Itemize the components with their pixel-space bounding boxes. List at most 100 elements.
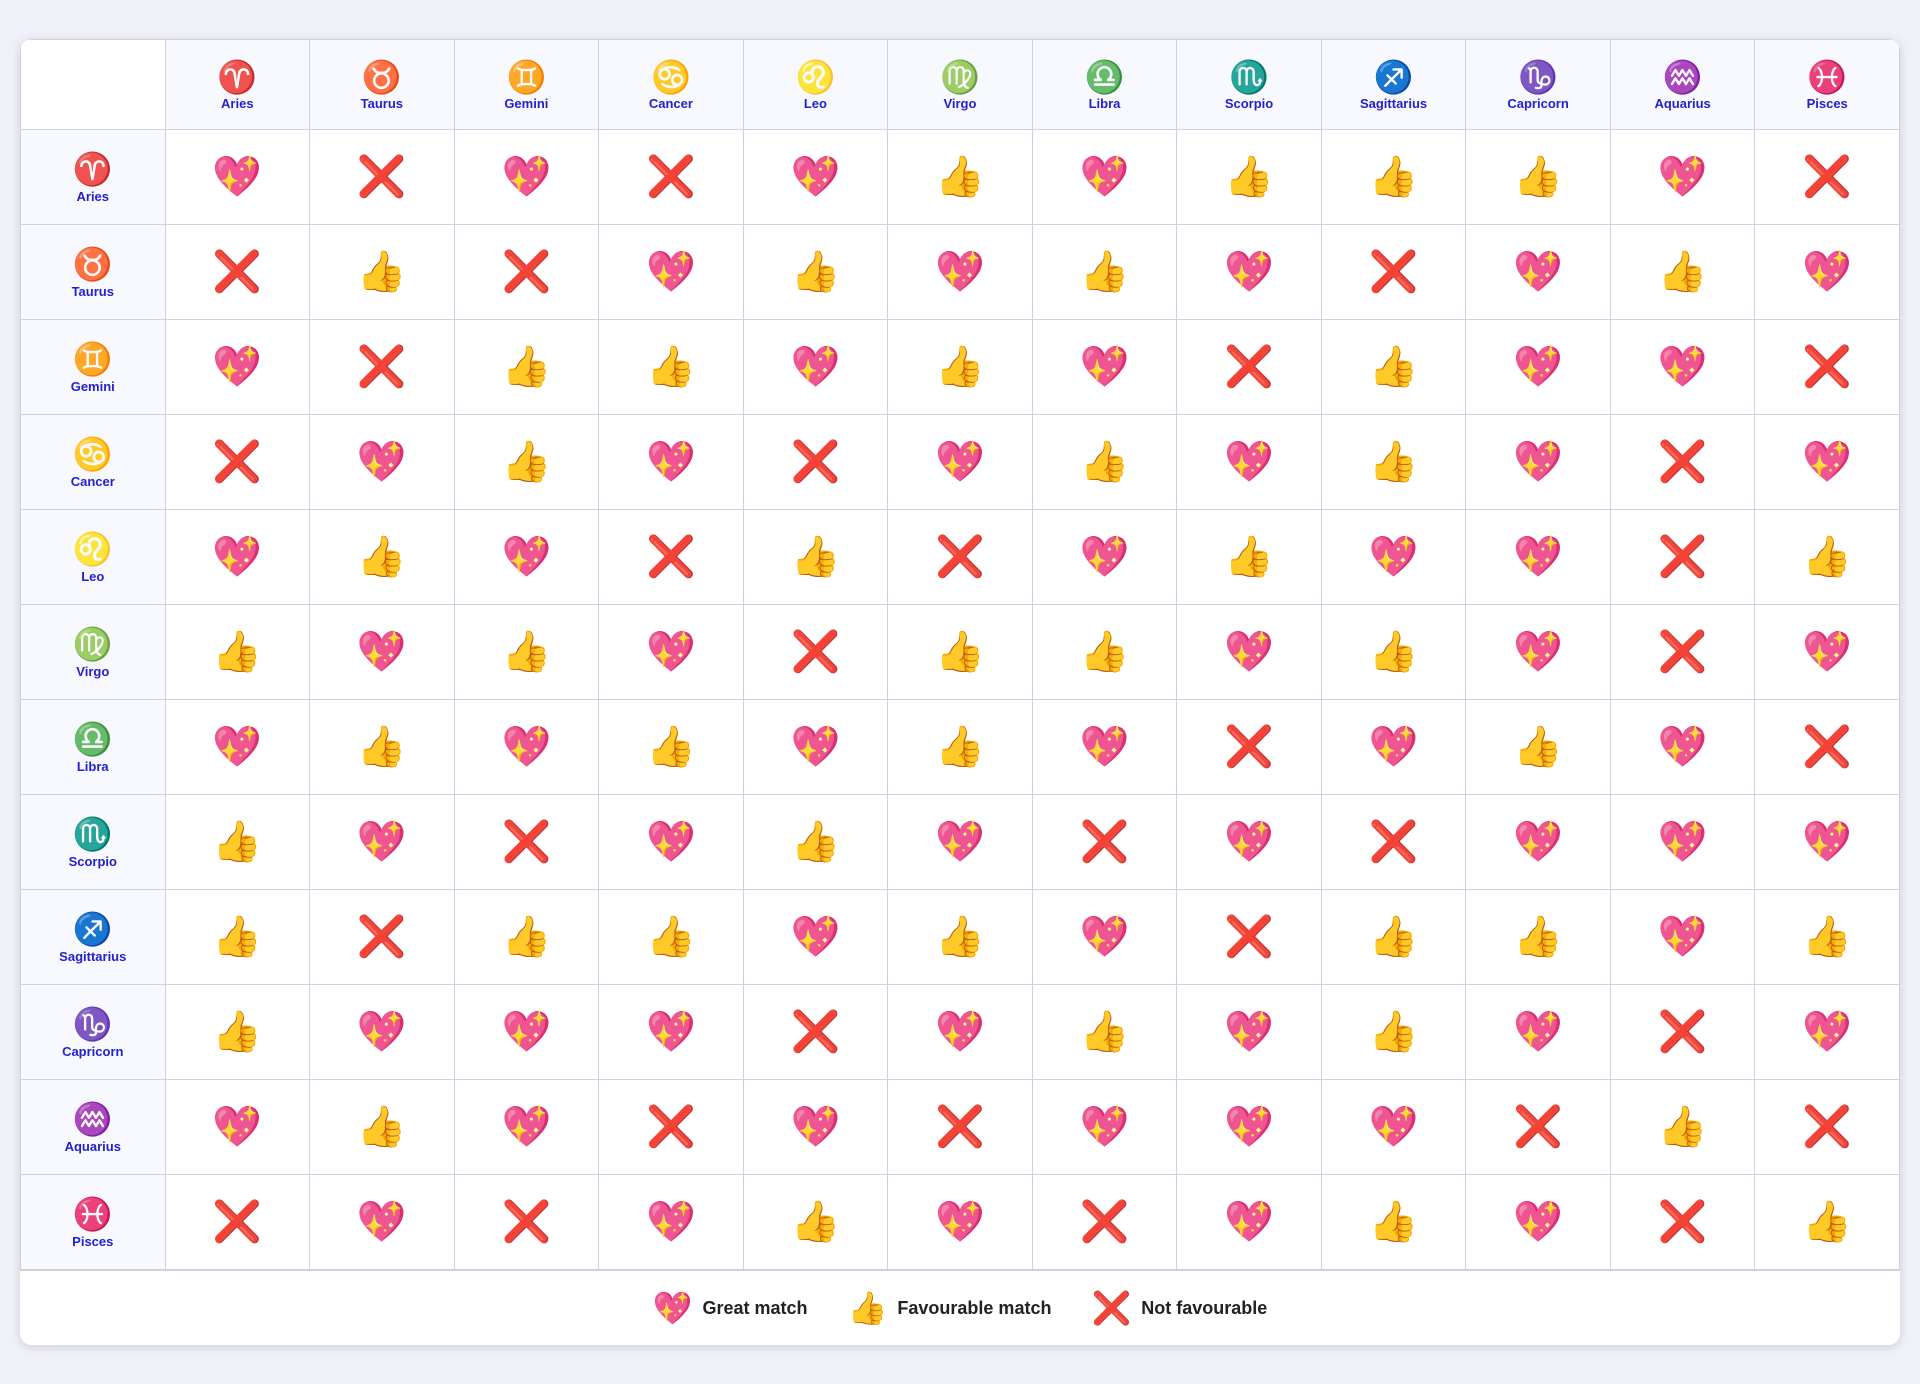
cell-cancer-aquarius: ❌ (1610, 415, 1755, 510)
emoji-thumb: 👍 (357, 1105, 407, 1149)
row-symbol-libra: ♎ (23, 720, 163, 758)
cell-scorpio-taurus: 💖 (310, 795, 455, 890)
cell-aries-cancer: ❌ (599, 130, 744, 225)
symbol-virgo: ♍ (890, 58, 1030, 96)
row-name-leo: Leo (23, 569, 163, 584)
cell-pisces-leo: 👍 (743, 1175, 888, 1270)
emoji-heart: 💖 (1658, 725, 1708, 769)
cell-capricorn-libra: 👍 (1032, 985, 1177, 1080)
emoji-heart: 💖 (212, 345, 262, 389)
emoji-heart: 💖 (1080, 725, 1130, 769)
row-symbol-sagittarius: ♐ (23, 910, 163, 948)
name-virgo: Virgo (890, 96, 1030, 111)
cell-sagittarius-pisces: 👍 (1755, 890, 1900, 985)
cell-capricorn-pisces: 💖 (1755, 985, 1900, 1080)
cell-aries-gemini: 💖 (454, 130, 599, 225)
emoji-heart: 💖 (1513, 820, 1563, 864)
cell-leo-capricorn: 💖 (1466, 510, 1611, 605)
cell-leo-aries: 💖 (165, 510, 310, 605)
cell-gemini-scorpio: ❌ (1177, 320, 1322, 415)
emoji-heart: 💖 (1513, 345, 1563, 389)
emoji-cross: ❌ (1658, 440, 1708, 484)
emoji-heart: 💖 (646, 1010, 696, 1054)
emoji-cross: ❌ (501, 820, 551, 864)
symbol-scorpio: ♏ (1179, 58, 1319, 96)
emoji-heart: 💖 (501, 535, 551, 579)
emoji-heart: 💖 (1513, 630, 1563, 674)
row-name-capricorn: Capricorn (23, 1044, 163, 1059)
row-symbol-taurus: ♉ (23, 245, 163, 283)
emoji-thumb: 👍 (1080, 250, 1130, 294)
cell-virgo-gemini: 👍 (454, 605, 599, 700)
cell-sagittarius-aries: 👍 (165, 890, 310, 985)
row-header-gemini: ♊Gemini (21, 320, 166, 415)
row-symbol-capricorn: ♑ (23, 1005, 163, 1043)
cell-taurus-sagittarius: ❌ (1321, 225, 1466, 320)
cell-gemini-leo: 💖 (743, 320, 888, 415)
emoji-heart: 💖 (1080, 345, 1130, 389)
row-symbol-cancer: ♋ (23, 435, 163, 473)
cell-virgo-pisces: 💖 (1755, 605, 1900, 700)
emoji-heart: 💖 (357, 1200, 407, 1244)
emoji-cross: ❌ (501, 250, 551, 294)
compatibility-chart: ♈Aries♉Taurus♊Gemini♋Cancer♌Leo♍Virgo♎Li… (20, 39, 1900, 1345)
row-symbol-virgo: ♍ (23, 625, 163, 663)
cell-virgo-aries: 👍 (165, 605, 310, 700)
compat-table: ♈Aries♉Taurus♊Gemini♋Cancer♌Leo♍Virgo♎Li… (20, 39, 1900, 1270)
cell-aquarius-gemini: 💖 (454, 1080, 599, 1175)
cell-libra-taurus: 👍 (310, 700, 455, 795)
cell-pisces-capricorn: 💖 (1466, 1175, 1611, 1270)
emoji-cross: ❌ (791, 1010, 841, 1054)
cell-leo-aquarius: ❌ (1610, 510, 1755, 605)
emoji-heart: 💖 (1224, 1010, 1274, 1054)
cell-gemini-aries: 💖 (165, 320, 310, 415)
cell-libra-cancer: 👍 (599, 700, 744, 795)
emoji-heart: 💖 (791, 1105, 841, 1149)
cell-aquarius-pisces: ❌ (1755, 1080, 1900, 1175)
row-name-scorpio: Scorpio (23, 854, 163, 869)
emoji-cross: ❌ (1513, 1105, 1563, 1149)
cell-taurus-pisces: 💖 (1755, 225, 1900, 320)
cell-libra-scorpio: ❌ (1177, 700, 1322, 795)
cell-libra-pisces: ❌ (1755, 700, 1900, 795)
emoji-heart: 💖 (1658, 155, 1708, 199)
cell-taurus-aries: ❌ (165, 225, 310, 320)
emoji-cross: ❌ (357, 915, 407, 959)
emoji-heart: 💖 (1224, 250, 1274, 294)
emoji-heart: 💖 (646, 820, 696, 864)
col-header-gemini: ♊Gemini (454, 40, 599, 130)
name-sagittarius: Sagittarius (1324, 96, 1464, 111)
cell-capricorn-capricorn: 💖 (1466, 985, 1611, 1080)
emoji-cross: ❌ (1224, 725, 1274, 769)
cell-gemini-aquarius: 💖 (1610, 320, 1755, 415)
cell-virgo-taurus: 💖 (310, 605, 455, 700)
emoji-cross: ❌ (1802, 155, 1852, 199)
row-name-aquarius: Aquarius (23, 1139, 163, 1154)
cell-taurus-cancer: 💖 (599, 225, 744, 320)
emoji-heart: 💖 (1513, 535, 1563, 579)
cell-aries-scorpio: 👍 (1177, 130, 1322, 225)
symbol-capricorn: ♑ (1468, 58, 1608, 96)
name-scorpio: Scorpio (1179, 96, 1319, 111)
emoji-heart: 💖 (1224, 1200, 1274, 1244)
cell-aries-aquarius: 💖 (1610, 130, 1755, 225)
emoji-thumb: 👍 (791, 535, 841, 579)
cell-aries-leo: 💖 (743, 130, 888, 225)
table-row: ♉Taurus❌👍❌💖👍💖👍💖❌💖👍💖 (21, 225, 1900, 320)
cell-gemini-libra: 💖 (1032, 320, 1177, 415)
cell-virgo-sagittarius: 👍 (1321, 605, 1466, 700)
row-symbol-scorpio: ♏ (23, 815, 163, 853)
cell-libra-aries: 💖 (165, 700, 310, 795)
emoji-heart: 💖 (1802, 440, 1852, 484)
emoji-thumb: 👍 (1369, 440, 1419, 484)
emoji-heart: 💖 (791, 915, 841, 959)
symbol-aries: ♈ (168, 58, 308, 96)
table-row: ♓Pisces❌💖❌💖👍💖❌💖👍💖❌👍 (21, 1175, 1900, 1270)
cell-libra-capricorn: 👍 (1466, 700, 1611, 795)
cell-cancer-gemini: 👍 (454, 415, 599, 510)
emoji-cross: ❌ (935, 535, 985, 579)
emoji-thumb: 👍 (1369, 1200, 1419, 1244)
emoji-heart: 💖 (1802, 1010, 1852, 1054)
emoji-heart: 💖 (212, 725, 262, 769)
row-header-capricorn: ♑Capricorn (21, 985, 166, 1080)
